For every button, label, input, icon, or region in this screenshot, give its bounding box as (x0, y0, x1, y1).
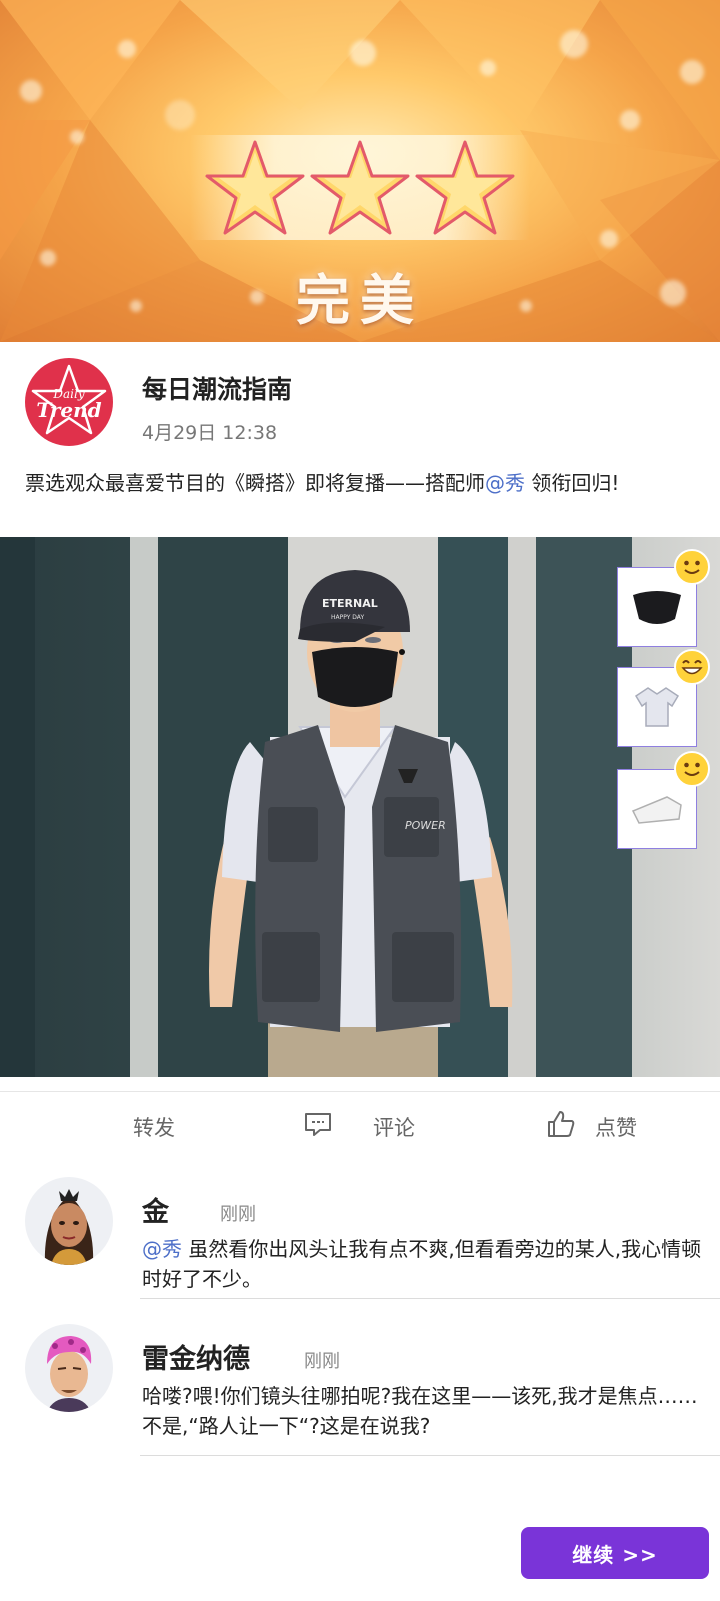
star-icon (310, 140, 410, 235)
pants-item-icon (631, 796, 682, 824)
shirt-item-icon (634, 687, 680, 727)
avatar[interactable] (25, 1177, 113, 1265)
comment-icon[interactable] (302, 1108, 334, 1140)
avatar-jin-image (44, 1189, 94, 1265)
result-banner: 完美 (0, 0, 720, 342)
comment-time: 刚刚 (304, 1351, 340, 1372)
character-illustration: POWER ETERNAL HAPPY DAY (209, 570, 513, 1077)
rating-text: 完美 (296, 269, 424, 332)
vest-text: POWER (405, 819, 446, 832)
comment-author[interactable]: 金 (142, 1190, 169, 1229)
post-image: POWER ETERNAL HAPPY DAY (0, 537, 720, 1077)
avatar[interactable] (25, 1324, 113, 1412)
comment-divider (140, 1298, 720, 1299)
comment-divider (140, 1455, 720, 1456)
continue-button[interactable]: 继续 >> (521, 1527, 709, 1579)
cap-subtext: HAPPY DAY (331, 614, 364, 621)
post-text-after: 领衔回归! (525, 471, 620, 495)
star-icon (205, 140, 305, 235)
mask-item-icon (633, 591, 681, 624)
thumbs-up-icon[interactable] (545, 1108, 577, 1140)
post-mention[interactable]: @秀 (485, 471, 525, 495)
like-button[interactable]: 点赞 (595, 1112, 637, 1142)
post-text: 票选观众最喜爱节目的《瞬搭》即将复播——搭配师@秀 领衔回归! (25, 468, 685, 498)
star-rating (205, 138, 515, 238)
grin-icon (674, 649, 710, 685)
comment-author[interactable]: 雷金纳德 (142, 1337, 250, 1376)
forward-button[interactable]: 转发 (133, 1112, 175, 1142)
cap-text: ETERNAL (322, 597, 378, 610)
avatar-reginald-image (47, 1336, 92, 1412)
star-icon (415, 140, 515, 235)
account-name[interactable]: 每日潮流指南 (142, 370, 292, 406)
comment-button[interactable]: 评论 (373, 1112, 415, 1142)
post-action-bar: 转发 评论 点赞 (0, 1091, 720, 1155)
comment-time: 刚刚 (220, 1204, 256, 1225)
smile-icon (674, 751, 710, 787)
comment-text: 哈喽?喂!你们镜头往哪拍呢?我在这里——该死,我才是焦点……不是,“路人让一下“… (142, 1384, 698, 1438)
post-time: 4月29日 12:38 (142, 422, 278, 444)
smile-icon (674, 549, 710, 585)
logo-text: Daily Trend (36, 384, 101, 420)
logo-line2: Trend (36, 398, 102, 422)
comment-mention[interactable]: @秀 (142, 1237, 182, 1261)
post-text-before: 票选观众最喜爱节目的《瞬搭》即将复播——搭配师 (25, 471, 485, 495)
comment-text: @秀 虽然看你出风头让我有点不爽,但看看旁边的某人,我心情顿时好了不少。 (142, 1234, 702, 1294)
comment-body: 虽然看你出风头让我有点不爽,但看看旁边的某人,我心情顿时好了不少。 (142, 1237, 702, 1291)
daily-trend-logo[interactable]: Daily Trend (25, 358, 113, 446)
